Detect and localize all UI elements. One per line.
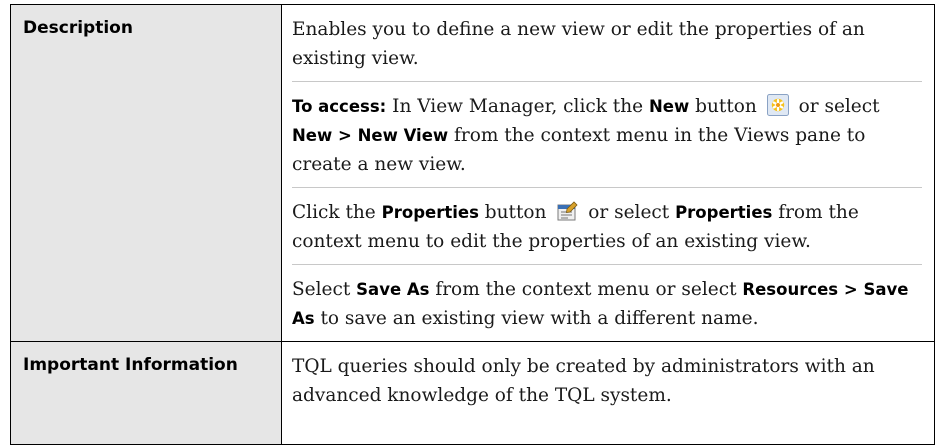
description-table: Description Enables you to define a new … — [10, 4, 935, 445]
save-as-paragraph: Select Save As from the context menu or … — [292, 264, 922, 341]
text-fragment: button — [689, 96, 763, 117]
properties-button-name: Properties — [381, 203, 479, 222]
to-access-label: To access: — [292, 97, 387, 116]
important-row: Important Information TQL queries should… — [10, 341, 935, 445]
menu-separator: > — [332, 126, 358, 145]
properties-icon — [557, 201, 578, 221]
save-as-menu-name: Save As — [356, 280, 430, 299]
resources-menu-name: Resources — [742, 280, 839, 299]
new-view-menu-name: New View — [357, 126, 449, 145]
to-access-paragraph: To access: In View Manager, click the Ne… — [292, 81, 922, 187]
description-row: Description Enables you to define a new … — [10, 4, 935, 342]
text-fragment: from the context menu or select — [429, 279, 743, 300]
new-view-icon — [766, 94, 789, 116]
properties-paragraph: Click the Properties button or select Pr… — [292, 187, 922, 264]
important-label: Important Information — [10, 341, 282, 445]
text-fragment: or select — [582, 202, 676, 223]
text-fragment: Click the — [292, 202, 382, 223]
text-fragment: to save an existing view with a differen… — [314, 308, 759, 329]
text-fragment: Select — [292, 279, 357, 300]
important-text: TQL queries should only be created by ad… — [292, 356, 875, 406]
text-fragment: In View Manager, click the — [386, 96, 649, 117]
new-button-name: New — [649, 97, 690, 116]
important-content: TQL queries should only be created by ad… — [281, 341, 935, 445]
new-menu-name: New — [292, 126, 333, 145]
properties-menu-name: Properties — [675, 203, 773, 222]
text-fragment: button — [478, 202, 553, 223]
description-paragraph: Enables you to define a new view or edit… — [292, 19, 865, 69]
menu-separator: > — [838, 280, 864, 299]
text-fragment: or select — [792, 96, 880, 117]
description-label: Description — [10, 4, 282, 342]
description-content: Enables you to define a new view or edit… — [281, 4, 935, 342]
